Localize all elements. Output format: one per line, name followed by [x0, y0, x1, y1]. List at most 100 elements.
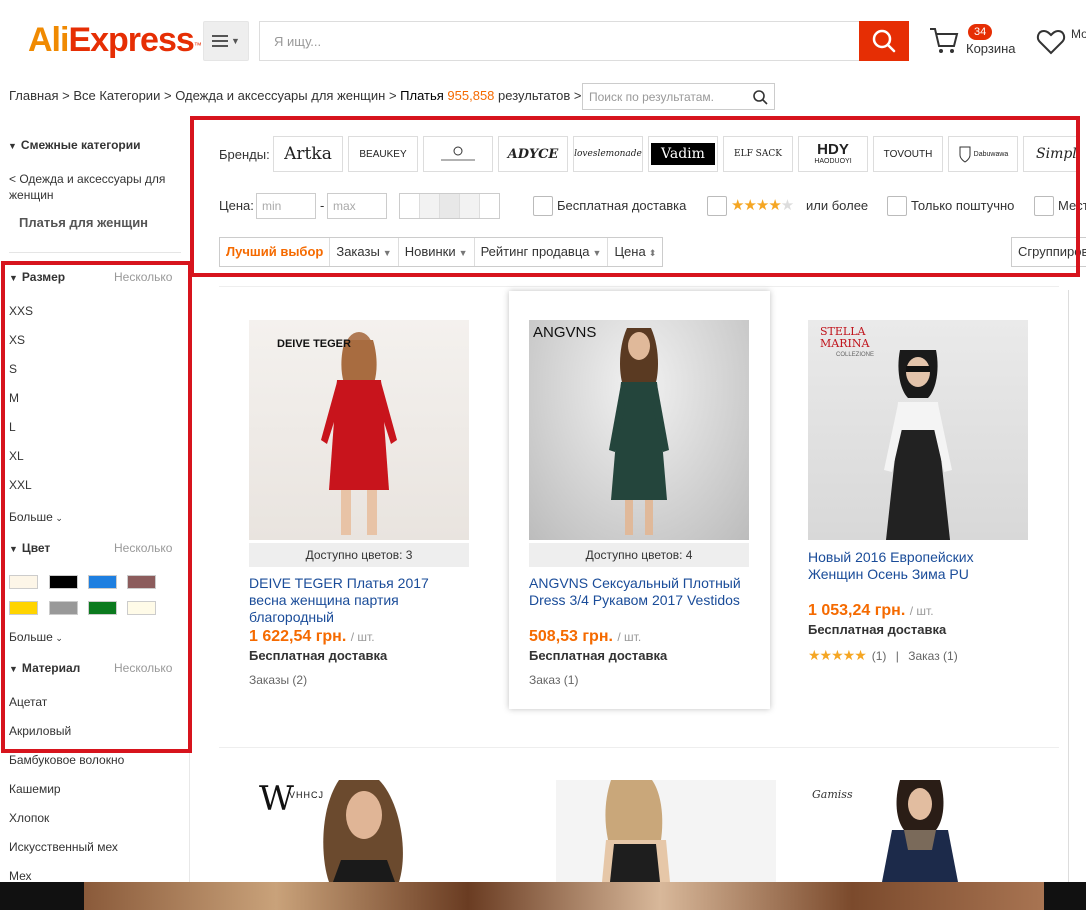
color-swatch[interactable]: [88, 601, 117, 615]
size-more-text: Больше: [9, 510, 53, 524]
aliexpress-logo[interactable]: AliExpress™: [28, 21, 202, 59]
product-price: 508,53 грн. / шт.: [529, 628, 641, 646]
related-parent-link[interactable]: < Одежда и аксессуары для женщин: [9, 171, 179, 203]
single-piece-checkbox[interactable]: [887, 196, 907, 216]
color-swatch[interactable]: [88, 575, 117, 589]
scrollbar[interactable]: [1068, 290, 1086, 882]
brand-beaukey[interactable]: BEAUKEY: [348, 136, 418, 172]
brand-artka[interactable]: Artka: [273, 136, 343, 172]
material-option[interactable]: Хлопок: [9, 811, 49, 825]
size-option[interactable]: XS: [9, 333, 25, 347]
color-swatch[interactable]: [9, 575, 38, 589]
breadcrumb-home[interactable]: Главная: [9, 88, 58, 103]
rating-count[interactable]: (1): [872, 649, 887, 663]
size-option[interactable]: S: [9, 362, 17, 376]
price-histogram[interactable]: [399, 193, 500, 219]
price-min-input[interactable]: [256, 193, 316, 219]
product-image[interactable]: W VHHCJ: [249, 780, 469, 882]
material-filter-title[interactable]: ▼ Материал: [9, 661, 80, 675]
product-image[interactable]: STELLA MARINA COLLEZIONE: [808, 320, 1028, 540]
search-button[interactable]: [859, 21, 909, 61]
color-swatch[interactable]: [127, 601, 156, 615]
product-title[interactable]: Новый 2016 Европейских Женщин Осень Зима…: [808, 549, 1028, 583]
size-option[interactable]: XXS: [9, 304, 33, 318]
brand-tovouth[interactable]: TOVOUTH: [873, 136, 943, 172]
material-option[interactable]: Бамбуковое волокно: [9, 753, 124, 767]
sort-orders[interactable]: Заказы ▼: [330, 238, 399, 266]
brand-hdy-text: HDY: [817, 141, 849, 158]
product-title[interactable]: ANGVNS Сексуальный Плотный Dress 3/4 Рук…: [529, 575, 749, 609]
product-orders[interactable]: Заказы (2): [249, 673, 307, 687]
categories-menu-button[interactable]: ▼: [203, 21, 249, 61]
sort-newest[interactable]: Новинки ▼: [399, 238, 475, 266]
brand-elfsack[interactable]: ELF SACK: [723, 136, 793, 172]
wishlist-button[interactable]: Мо же: [1036, 26, 1086, 62]
caret-down-icon: ▼: [382, 248, 392, 258]
brand-dabuwawa[interactable]: Dabuwawa: [948, 136, 1018, 172]
brand-artka-text: Artka: [284, 144, 332, 164]
search-input[interactable]: [259, 21, 859, 61]
product-image[interactable]: ANGVNS: [529, 320, 749, 540]
color-swatch[interactable]: [49, 601, 78, 615]
material-multi-select[interactable]: Несколько: [114, 661, 172, 675]
product-photo: [323, 780, 403, 882]
product-orders[interactable]: Заказ (1): [908, 649, 957, 663]
sort-price[interactable]: Цена ⬍: [608, 238, 662, 266]
logo-express: Express: [68, 21, 194, 59]
size-more-link[interactable]: Больше ⌄: [9, 510, 63, 524]
breadcrumb-women[interactable]: Одежда и аксессуары для женщин: [175, 88, 385, 103]
breadcrumb-all-categories[interactable]: Все Категории: [73, 88, 160, 103]
brand-vadim-text: Vadim: [651, 143, 715, 165]
color-swatch[interactable]: [127, 575, 156, 589]
product-brand-watermark: DEIVE TEGER: [277, 338, 351, 350]
size-filter-title[interactable]: ▼ Размер: [9, 270, 65, 284]
product-image[interactable]: [556, 780, 776, 882]
material-option[interactable]: Кашемир: [9, 782, 61, 796]
color-more-link[interactable]: Больше ⌄: [9, 630, 63, 644]
sort-best-match[interactable]: Лучший выбор: [220, 238, 331, 266]
free-shipping-label: Бесплатная доставка: [557, 198, 687, 213]
product-image[interactable]: DEIVE TEGER: [249, 320, 469, 540]
material-option[interactable]: Ацетат: [9, 695, 47, 709]
brand-simplee-text: Simplee: [1036, 146, 1077, 162]
search-icon[interactable]: [752, 89, 768, 105]
sort-seller-rating[interactable]: Рейтинг продавца ▼: [475, 238, 609, 266]
size-option[interactable]: L: [9, 420, 16, 434]
color-multi-select[interactable]: Несколько: [114, 541, 172, 555]
related-current-category[interactable]: Платья для женщин: [19, 215, 148, 230]
product-title[interactable]: DEIVE TEGER Платья 2017 весна женщина па…: [249, 575, 469, 626]
cart-button[interactable]: 34 Корзина: [928, 24, 1028, 60]
brand-loveslemonade[interactable]: loveslemonade: [573, 136, 643, 172]
brand-vadim[interactable]: Vadim: [648, 136, 718, 172]
group-by-button[interactable]: Сгруппиров: [1011, 237, 1086, 267]
size-option[interactable]: XXL: [9, 478, 32, 492]
price-max-input[interactable]: [327, 193, 387, 219]
size-option[interactable]: XL: [9, 449, 24, 463]
breadcrumb-sep: >: [388, 88, 397, 103]
cart-count-badge: 34: [968, 24, 993, 40]
size-multi-select[interactable]: Несколько: [114, 270, 172, 284]
sidebar-border: [189, 270, 190, 890]
brand-adyce[interactable]: ADYCE: [498, 136, 568, 172]
header: AliExpress™ ▼ 34 Корзина Мо же: [0, 0, 1086, 72]
local-checkbox[interactable]: [1034, 196, 1054, 216]
free-shipping-checkbox[interactable]: [533, 196, 553, 216]
material-option[interactable]: Акриловый: [9, 724, 71, 738]
divider: [219, 286, 1059, 287]
brand-logo[interactable]: [423, 136, 493, 172]
product-price: 1 053,24 грн. / шт.: [808, 602, 934, 620]
color-swatch[interactable]: [49, 575, 78, 589]
product-orders[interactable]: Заказ (1): [529, 673, 578, 687]
material-option[interactable]: Искусственный мех: [9, 840, 118, 854]
rating-checkbox[interactable]: [707, 196, 727, 216]
product-image[interactable]: Gamiss: [808, 780, 1028, 882]
color-swatch[interactable]: [9, 601, 38, 615]
results-search-input[interactable]: [583, 84, 743, 109]
material-option[interactable]: Мех: [9, 869, 32, 883]
caret-down-icon: ▼: [592, 248, 602, 258]
size-option[interactable]: M: [9, 391, 19, 405]
brand-hdy[interactable]: HDY HAODUOYI: [798, 136, 868, 172]
brand-simplee[interactable]: Simplee: [1023, 136, 1078, 172]
color-filter-title[interactable]: ▼ Цвет: [9, 541, 50, 555]
brand-beaukey-text: BEAUKEY: [359, 148, 407, 160]
